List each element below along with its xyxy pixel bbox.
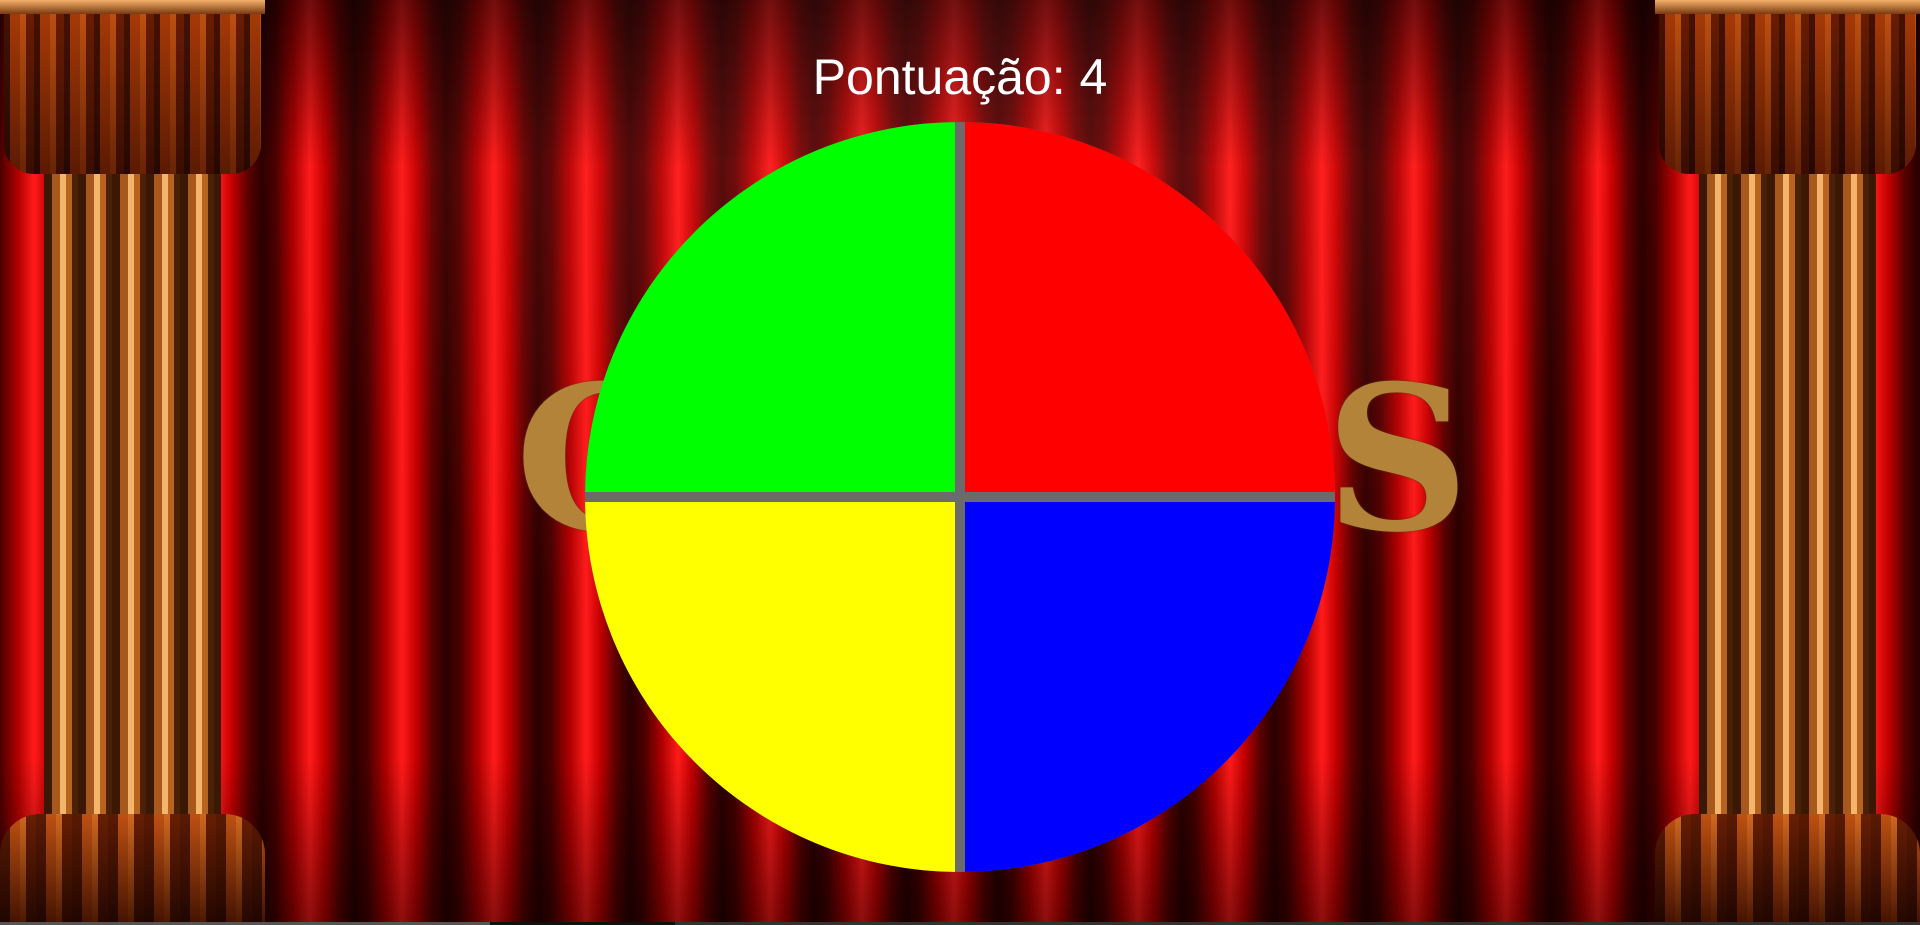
right-pillar-base — [1655, 814, 1920, 925]
yellow-quadrant-button[interactable] — [585, 502, 955, 872]
game-stage: C S Pontuação: 4 — [0, 0, 1920, 925]
left-pillar-shaft — [44, 174, 221, 814]
right-pillar-shaft — [1699, 174, 1876, 814]
blue-quadrant-button[interactable] — [965, 502, 1335, 872]
red-quadrant-button[interactable] — [965, 122, 1335, 492]
right-pillar-top — [1655, 0, 1920, 14]
score-label: Pontuação: 4 — [812, 49, 1108, 105]
left-pillar-top — [0, 0, 265, 14]
right-golden-pillar — [1655, 0, 1920, 925]
left-pillar-base — [0, 814, 265, 925]
green-quadrant-button[interactable] — [585, 122, 955, 492]
left-golden-pillar — [0, 0, 265, 925]
title-letter-right: S — [1325, 342, 1470, 577]
color-wheel — [585, 122, 1335, 872]
